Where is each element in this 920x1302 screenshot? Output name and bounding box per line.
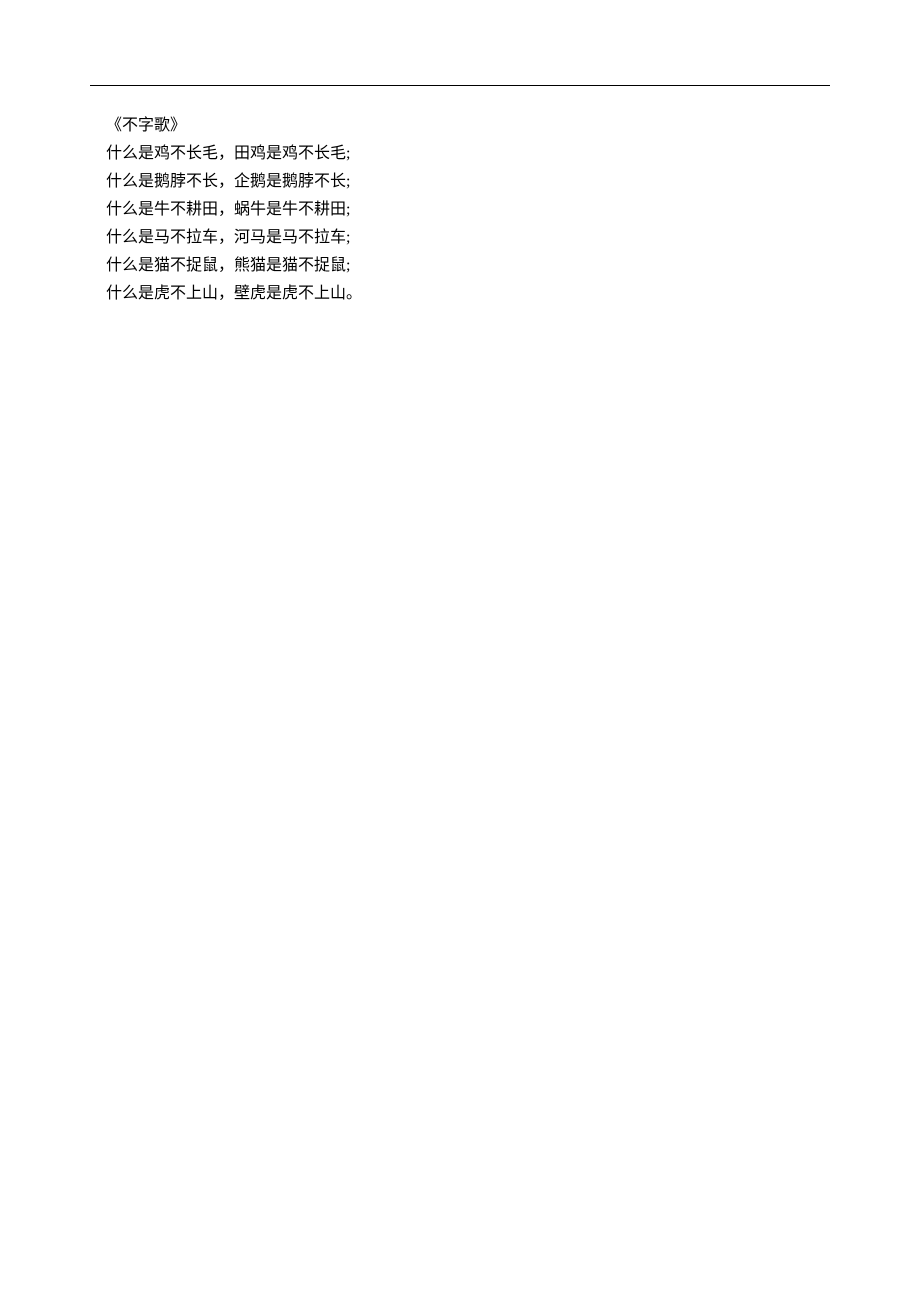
verse-line: 什么是鹅脖不长，企鹅是鹅脖不长; — [90, 170, 830, 194]
verse-line: 什么是鸡不长毛，田鸡是鸡不长毛; — [90, 142, 830, 166]
verse-line: 什么是猫不捉鼠，熊猫是猫不捉鼠; — [90, 254, 830, 278]
header-divider — [90, 85, 830, 86]
verse-line: 什么是虎不上山，壁虎是虎不上山。 — [90, 282, 830, 306]
verse-line: 什么是牛不耕田，蜗牛是牛不耕田; — [90, 198, 830, 222]
verse-line: 什么是马不拉车，河马是马不拉车; — [90, 226, 830, 250]
poem-title: 《不字歌》 — [90, 114, 830, 138]
